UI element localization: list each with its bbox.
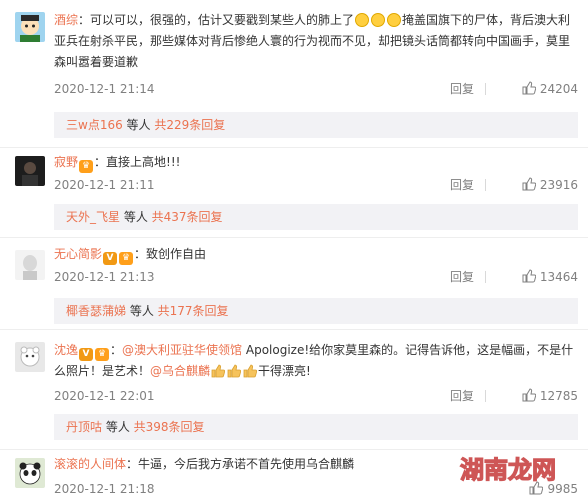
sub-reply-user[interactable]: 天外_飞星 bbox=[66, 210, 120, 224]
laugh-emoji-icon bbox=[387, 13, 402, 27]
thumbs-up-icon bbox=[522, 269, 537, 283]
avatar[interactable] bbox=[15, 342, 45, 372]
comment-item: 酒综：可以可以，很强的，估计又要戳到某些人的肺上了 掩盖国旗下的尸体，背后澳大利亚… bbox=[0, 0, 588, 148]
sub-replies-bar[interactable]: 椰香瑟蒲娣 等人 共177条回复 bbox=[54, 298, 578, 324]
reply-button[interactable]: 回复 bbox=[450, 176, 474, 194]
laugh-emoji-icon bbox=[371, 13, 386, 27]
like-count: 13464 bbox=[539, 270, 578, 284]
thumbs-up-emoji-icon bbox=[227, 364, 242, 378]
divider bbox=[485, 271, 486, 283]
mention-link[interactable]: @澳大利亚驻华使领馆 bbox=[122, 343, 242, 357]
timestamp: 2020-12-1 22:01 bbox=[54, 389, 155, 403]
timestamp: 2020-12-1 21:18 bbox=[54, 482, 155, 496]
comment-text: 酒综：可以可以，很强的，估计又要戳到某些人的肺上了 掩盖国旗下的尸体，背后澳大利亚… bbox=[54, 10, 578, 73]
username-link[interactable]: 沈逸 bbox=[54, 343, 78, 357]
comment-body: ：致创作自由 bbox=[134, 247, 207, 261]
like-button[interactable]: 23916 bbox=[496, 176, 578, 194]
timestamp: 2020-12-1 21:13 bbox=[54, 270, 155, 284]
sub-reply-text: 等人 bbox=[102, 420, 134, 434]
divider bbox=[485, 390, 486, 402]
sub-reply-text: 等人 bbox=[122, 118, 155, 132]
comment-body: 干得漂亮! bbox=[258, 364, 311, 378]
comment-body: ： bbox=[110, 343, 123, 357]
comment-body: ：牛逼，今后我方承诺不首先使用乌合麒麟 bbox=[126, 457, 355, 471]
sub-replies-bar[interactable]: 丹顶咕 等人 共398条回复 bbox=[54, 414, 578, 440]
crown-badge-icon: ♛ bbox=[95, 348, 110, 361]
comment-text: 沈逸 V ♛ ：@澳大利亚驻华使领馆 Apologize!给你家莫里森的。记得告诉他，… bbox=[54, 340, 578, 382]
like-button[interactable]: 13464 bbox=[496, 268, 578, 286]
comment-body: ：可以可以，很强的，估计又要戳到某些人的肺上了 bbox=[78, 13, 355, 27]
avatar[interactable] bbox=[15, 12, 45, 42]
reply-button[interactable]: 回复 bbox=[450, 387, 474, 405]
thumbs-up-emoji-icon bbox=[243, 364, 258, 378]
like-count: 24204 bbox=[539, 82, 578, 96]
timestamp: 2020-12-1 21:11 bbox=[54, 178, 155, 192]
comment-meta: 2020-12-1 21:14 回复 24204 bbox=[54, 80, 578, 98]
comment-item: 沈逸 V ♛ ：@澳大利亚驻华使领馆 Apologize!给你家莫里森的。记得告诉他，… bbox=[0, 330, 588, 450]
crown-badge-icon: ♛ bbox=[79, 160, 94, 173]
crown-badge-icon: ♛ bbox=[119, 252, 134, 265]
thumbs-up-icon bbox=[522, 177, 537, 191]
like-count: 23916 bbox=[539, 178, 578, 192]
sub-reply-user[interactable]: 丹顶咕 bbox=[66, 420, 102, 434]
reply-button[interactable]: 回复 bbox=[450, 80, 474, 98]
like-count: 12785 bbox=[539, 389, 578, 403]
comment-item: 寂野 ♛ ：直接上高地!!! 2020-12-1 21:11 回复 23916 天外… bbox=[0, 148, 588, 238]
site-watermark-logo: 湖南龙网 bbox=[454, 448, 558, 488]
sub-reply-count-link[interactable]: 共398条回复 bbox=[134, 420, 205, 434]
sub-reply-user[interactable]: 椰香瑟蒲娣 bbox=[66, 304, 126, 318]
comment-meta: 2020-12-1 21:11 回复 23916 bbox=[54, 176, 578, 194]
sub-reply-text: 等人 bbox=[120, 210, 152, 224]
timestamp: 2020-12-1 21:14 bbox=[54, 82, 155, 96]
comment-meta: 2020-12-1 21:13 回复 13464 bbox=[54, 268, 578, 286]
thumbs-up-icon bbox=[522, 81, 537, 95]
comment-text: 寂野 ♛ ：直接上高地!!! bbox=[54, 152, 578, 173]
watermark-text: 湖南龙网 bbox=[460, 457, 556, 484]
username-link[interactable]: 滚滚的人间体 bbox=[54, 457, 126, 471]
like-button[interactable]: 24204 bbox=[496, 80, 578, 98]
username-link[interactable]: 寂野 bbox=[54, 155, 78, 169]
laugh-emoji-icon bbox=[355, 13, 370, 27]
verified-v-icon: V bbox=[79, 348, 94, 361]
thumbs-up-emoji-icon bbox=[211, 364, 226, 378]
avatar[interactable] bbox=[15, 156, 45, 186]
mention-link[interactable]: @乌合麒麟 bbox=[150, 364, 210, 378]
divider bbox=[485, 83, 486, 95]
comment-text: 无心简影 V ♛ ：致创作自由 bbox=[54, 244, 578, 265]
comment-body: ：直接上高地!!! bbox=[94, 155, 181, 169]
username-link[interactable]: 无心简影 bbox=[54, 247, 102, 261]
sub-replies-bar[interactable]: 三w点166 等人 共229条回复 bbox=[54, 112, 578, 138]
sub-reply-count-link[interactable]: 共177条回复 bbox=[158, 304, 229, 318]
verified-v-icon: V bbox=[103, 252, 118, 265]
avatar[interactable] bbox=[15, 458, 45, 488]
username-link[interactable]: 酒综 bbox=[54, 13, 78, 27]
comment-item: 无心简影 V ♛ ：致创作自由 2020-12-1 21:13 回复 13464 椰香… bbox=[0, 238, 588, 330]
sub-reply-text: 等人 bbox=[126, 304, 158, 318]
thumbs-up-icon bbox=[522, 388, 537, 402]
sub-reply-count-link[interactable]: 共437条回复 bbox=[152, 210, 223, 224]
divider bbox=[485, 179, 486, 191]
comment-meta: 2020-12-1 22:01 回复 12785 bbox=[54, 387, 578, 405]
sub-replies-bar[interactable]: 天外_飞星 等人 共437条回复 bbox=[54, 204, 578, 230]
reply-button[interactable]: 回复 bbox=[450, 268, 474, 286]
avatar[interactable] bbox=[15, 250, 45, 280]
sub-reply-user[interactable]: 三w点166 bbox=[66, 118, 123, 132]
sub-reply-count-link[interactable]: 共229条回复 bbox=[154, 118, 225, 132]
like-button[interactable]: 12785 bbox=[496, 387, 578, 405]
